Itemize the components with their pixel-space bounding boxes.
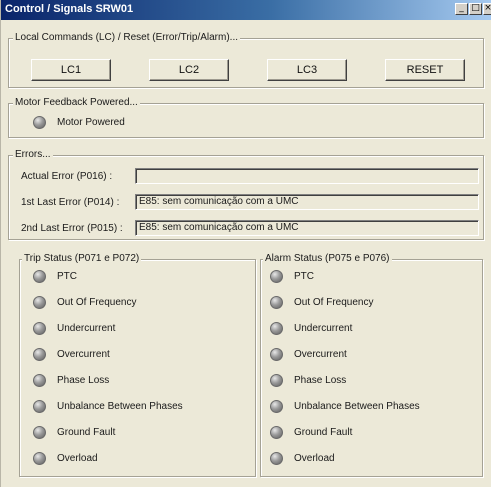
alarm-status-item-indicator-icon (270, 322, 283, 335)
trip-status-item-label: Overload (57, 453, 98, 464)
alarm-status-legend: Alarm Status (P075 e P076) (263, 253, 392, 265)
alarm-status-item-label: Phase Loss (294, 375, 347, 386)
trip-status-item-label: Unbalance Between Phases (57, 401, 183, 412)
alarm-status-group: Alarm Status (P075 e P076) (260, 253, 483, 477)
alarm-status-item-indicator-icon (270, 400, 283, 413)
trip-status-item-indicator-icon (33, 270, 46, 283)
actual-error-field[interactable] (135, 168, 479, 184)
minimize-button[interactable]: _ (455, 3, 468, 15)
motor-powered-label: Motor Powered (57, 117, 125, 128)
errors-legend: Errors... (13, 149, 53, 161)
maximize-button[interactable]: □ (469, 3, 482, 15)
local-commands-legend: Local Commands (LC) / Reset (Error/Trip/… (13, 32, 241, 44)
trip-status-item-indicator-icon (33, 322, 46, 335)
lc1-button[interactable]: LC1 (31, 59, 111, 81)
window-title: Control / Signals SRW01 (5, 3, 134, 15)
trip-status-item-indicator-icon (33, 452, 46, 465)
second-last-error-label: 2nd Last Error (P015) : (21, 223, 123, 234)
alarm-status-item-label: Undercurrent (294, 323, 353, 334)
trip-status-item-label: Ground Fault (57, 427, 116, 438)
title-bar[interactable]: Control / Signals SRW01 _ □ × (1, 0, 491, 20)
alarm-status-item-label: Overload (294, 453, 335, 464)
reset-button[interactable]: RESET (385, 59, 465, 81)
motor-powered-indicator-icon (33, 116, 46, 129)
first-last-error-field[interactable]: E85: sem comunicação com a UMC (135, 194, 479, 210)
motor-feedback-legend: Motor Feedback Powered... (13, 97, 140, 109)
trip-status-legend: Trip Status (P071 e P072) (22, 253, 142, 265)
trip-status-item-indicator-icon (33, 400, 46, 413)
alarm-status-item-indicator-icon (270, 348, 283, 361)
trip-status-item-label: PTC (57, 271, 77, 282)
close-button[interactable]: × (483, 3, 491, 15)
second-last-error-field[interactable]: E85: sem comunicação com a UMC (135, 220, 479, 236)
alarm-status-item-indicator-icon (270, 296, 283, 309)
trip-status-item-indicator-icon (33, 296, 46, 309)
alarm-status-item-label: Overcurrent (294, 349, 347, 360)
alarm-status-item-label: Unbalance Between Phases (294, 401, 420, 412)
control-signals-window: Control / Signals SRW01 _ □ × Local Comm… (0, 0, 491, 487)
trip-status-item-label: Overcurrent (57, 349, 110, 360)
alarm-status-item-label: Ground Fault (294, 427, 353, 438)
alarm-status-item-indicator-icon (270, 270, 283, 283)
trip-status-item-indicator-icon (33, 374, 46, 387)
trip-status-item-label: Out Of Frequency (57, 297, 137, 308)
trip-status-group: Trip Status (P071 e P072) (19, 253, 256, 477)
alarm-status-item-label: Out Of Frequency (294, 297, 374, 308)
trip-status-item-indicator-icon (33, 348, 46, 361)
alarm-status-item-indicator-icon (270, 426, 283, 439)
lc3-button[interactable]: LC3 (267, 59, 347, 81)
actual-error-label: Actual Error (P016) : (21, 171, 113, 182)
first-last-error-label: 1st Last Error (P014) : (21, 197, 120, 208)
alarm-status-item-label: PTC (294, 271, 314, 282)
trip-status-item-indicator-icon (33, 426, 46, 439)
alarm-status-item-indicator-icon (270, 374, 283, 387)
alarm-status-item-indicator-icon (270, 452, 283, 465)
trip-status-item-label: Phase Loss (57, 375, 110, 386)
lc2-button[interactable]: LC2 (149, 59, 229, 81)
trip-status-item-label: Undercurrent (57, 323, 116, 334)
